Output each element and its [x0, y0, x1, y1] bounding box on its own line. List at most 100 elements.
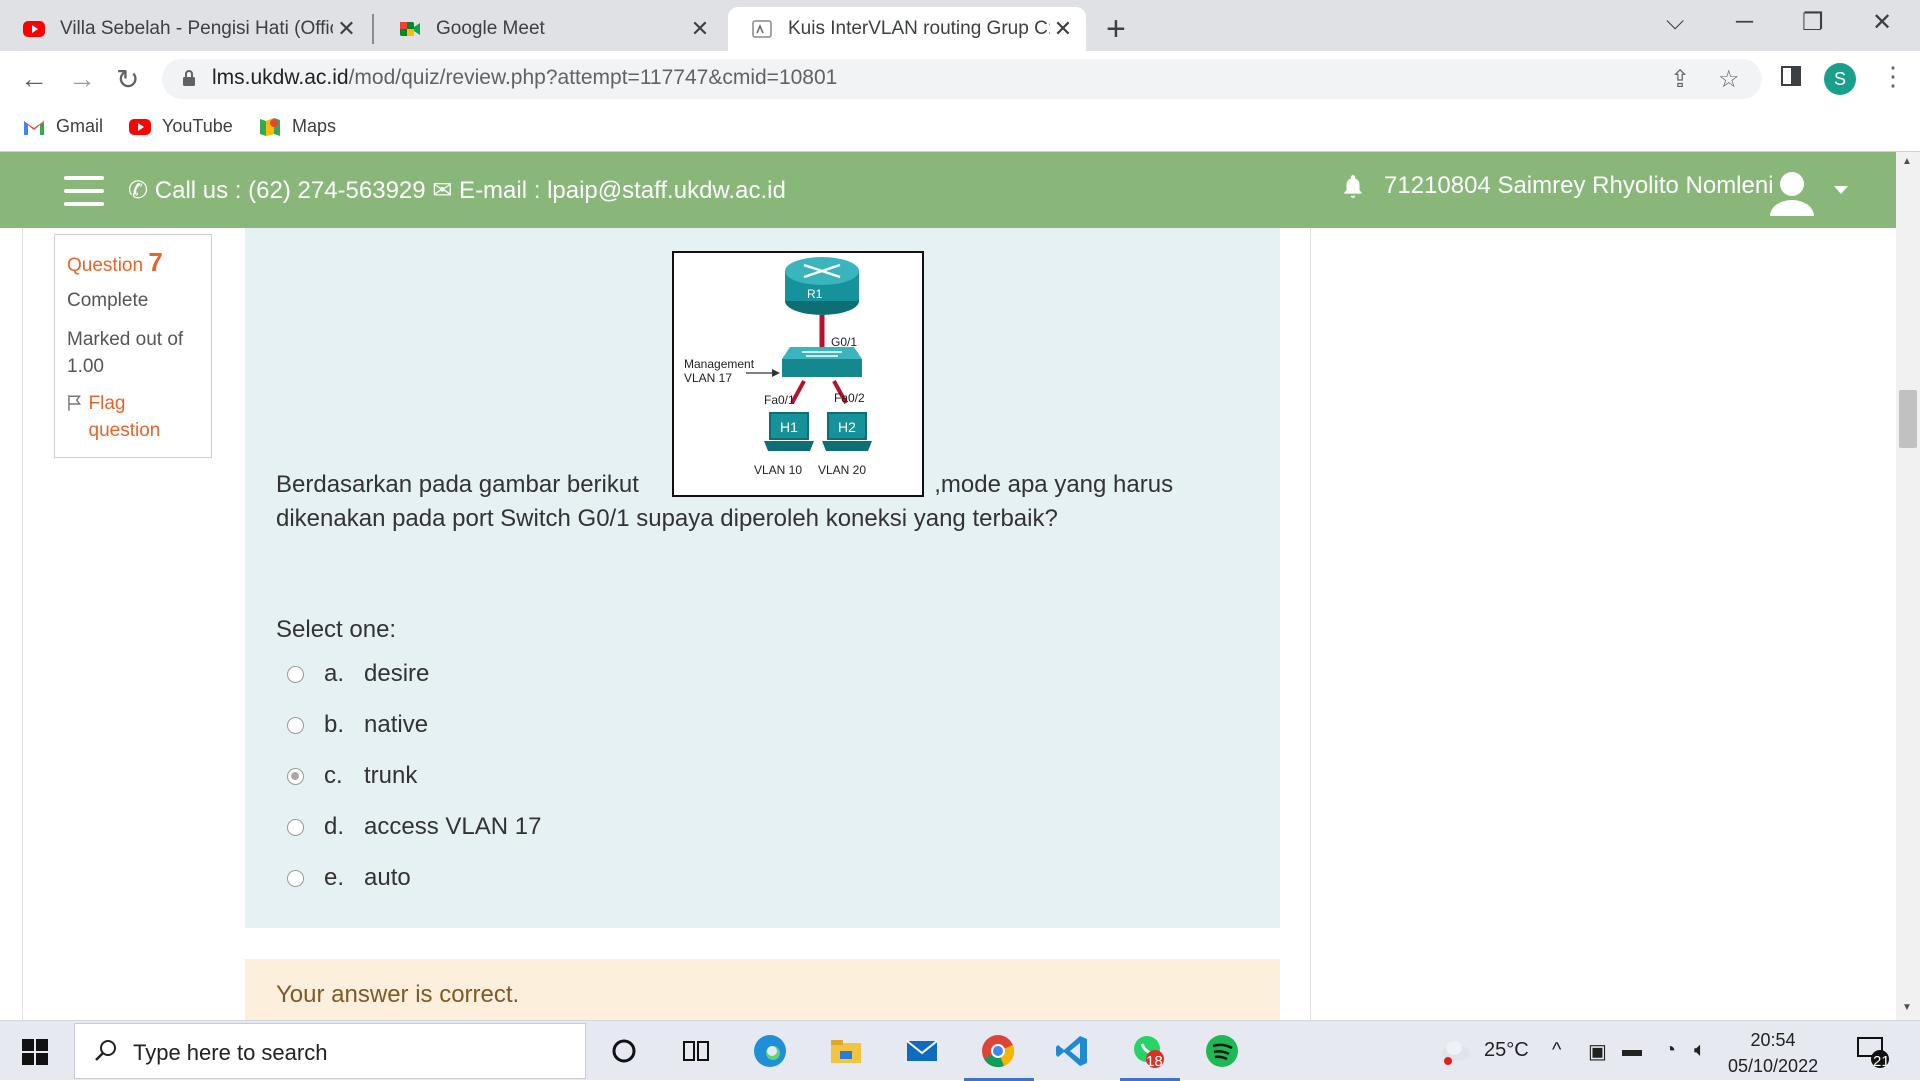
tab-title: Google Meet: [436, 18, 545, 39]
option-text[interactable]: trunk: [364, 762, 417, 790]
bookmark-youtube[interactable]: YouTube: [128, 116, 233, 137]
url-text[interactable]: lms.ukdw.ac.id/mod/quiz/review.php?attem…: [212, 66, 837, 90]
address-bar-row: ← → ↻ lms.ukdw.ac.id/mod/quiz/review.php…: [0, 51, 1920, 106]
share-icon[interactable]: ⇪: [1670, 65, 1690, 94]
user-avatar-icon[interactable]: [1766, 166, 1818, 218]
chrome-icon[interactable]: [980, 1033, 1016, 1069]
option-text[interactable]: access VLAN 17: [364, 813, 541, 841]
search-placeholder[interactable]: Type here to search: [133, 1040, 327, 1066]
scroll-down-icon[interactable]: ▼: [1902, 1002, 1912, 1013]
answer-option-c[interactable]: c. trunk: [287, 762, 417, 790]
scroll-up-icon[interactable]: ▲: [1902, 156, 1912, 167]
menu-hamburger-icon[interactable]: [64, 176, 104, 206]
question-box: Berdasarkan pada gambar berikut ,mode ap…: [245, 228, 1280, 928]
weather-cloud-icon[interactable]: [1438, 1033, 1474, 1069]
new-tab-button[interactable]: +: [1106, 10, 1126, 49]
port-fa02-label: Fa0/2: [834, 391, 865, 405]
reload-button[interactable]: ↻: [116, 63, 139, 96]
user-menu[interactable]: 71210804 Saimrey Rhyolito Nomleni: [1340, 172, 1774, 200]
option-letter: e.: [324, 864, 345, 891]
tab-search-chevron-icon[interactable]: ⌵: [1666, 8, 1684, 36]
bell-icon[interactable]: [1340, 173, 1366, 199]
user-name[interactable]: 71210804 Saimrey Rhyolito Nomleni: [1384, 172, 1774, 200]
close-tab-icon[interactable]: ✕: [686, 16, 714, 42]
cortana-icon[interactable]: [606, 1033, 642, 1069]
wifi-icon[interactable]: ◔: [1664, 1039, 1676, 1062]
radio-button[interactable]: [287, 716, 304, 734]
router-r1-icon: [785, 257, 859, 315]
option-text[interactable]: native: [364, 711, 428, 739]
tab-google-meet[interactable]: Google Meet ✕: [376, 7, 724, 51]
answer-option-d[interactable]: d. access VLAN 17: [287, 813, 541, 841]
answer-option-e[interactable]: e. auto: [287, 864, 411, 892]
flag-question-label[interactable]: Flag question: [89, 390, 200, 444]
question-number-value: 7: [148, 247, 163, 277]
task-view-icon[interactable]: [678, 1033, 714, 1069]
host2-label: H2: [838, 419, 856, 435]
omnibox[interactable]: lms.ukdw.ac.id/mod/quiz/review.php?attem…: [162, 59, 1762, 99]
switch-icon: [782, 347, 862, 377]
option-text[interactable]: desire: [364, 660, 429, 688]
minimize-button[interactable]: ─: [1736, 8, 1753, 36]
answer-option-b[interactable]: b. native: [287, 711, 428, 739]
maps-icon: [260, 117, 280, 136]
volume-icon[interactable]: 🔈︎: [1694, 1039, 1706, 1062]
vscode-icon[interactable]: [1054, 1033, 1090, 1069]
moodle-icon: [752, 20, 772, 38]
meet-now-icon[interactable]: ▣: [1588, 1039, 1607, 1064]
radio-button-selected[interactable]: [287, 767, 304, 785]
flag-question-link[interactable]: Flag question: [67, 390, 199, 444]
spotify-icon[interactable]: [1204, 1033, 1240, 1069]
browser-tab-bar: Villa Sebelah - Pengisi Hati (Offici ✕ G…: [0, 0, 1920, 51]
option-letter: b.: [324, 711, 345, 738]
url-host: lms.ukdw.ac.id: [212, 66, 349, 89]
youtube-icon: [23, 21, 45, 37]
close-window-button[interactable]: ✕: [1872, 8, 1892, 37]
bookmark-gmail[interactable]: Gmail: [22, 116, 103, 137]
close-tab-icon[interactable]: ✕: [333, 16, 360, 42]
system-clock[interactable]: 20:54 05/10/2022: [1728, 1027, 1818, 1079]
radio-button[interactable]: [287, 818, 304, 836]
question-number: Question 7: [67, 247, 199, 278]
edge-icon[interactable]: [752, 1033, 788, 1069]
bookmark-star-icon[interactable]: ☆: [1718, 65, 1740, 94]
browser-menu-icon[interactable]: ⋮: [1880, 61, 1906, 92]
battery-icon[interactable]: ▬: [1622, 1039, 1642, 1062]
scrollbar-thumb[interactable]: [1899, 390, 1917, 448]
phone-icon: ✆: [128, 177, 155, 204]
side-panel-icon[interactable]: [1780, 65, 1802, 87]
taskbar-search[interactable]: Type here to search: [74, 1023, 586, 1079]
tab-quiz-active[interactable]: Kuis InterVLAN routing Grup C: A ✕: [728, 7, 1086, 51]
tab-youtube[interactable]: Villa Sebelah - Pengisi Hati (Offici ✕: [0, 7, 370, 51]
question-label: Question: [67, 255, 144, 276]
option-text[interactable]: auto: [364, 864, 411, 892]
clock-date: 05/10/2022: [1728, 1056, 1819, 1076]
weather-temp[interactable]: 25°C: [1484, 1039, 1529, 1062]
user-menu-caret-icon[interactable]: [1834, 186, 1848, 194]
file-explorer-icon[interactable]: [828, 1033, 864, 1069]
page-scrollbar[interactable]: ▲ ▼: [1896, 152, 1920, 1020]
close-tab-icon[interactable]: ✕: [1050, 16, 1076, 42]
bookmark-maps[interactable]: Maps: [258, 116, 336, 137]
profile-avatar[interactable]: S: [1824, 63, 1856, 95]
bookmark-label: Gmail: [56, 116, 104, 136]
select-one-label: Select one:: [276, 616, 397, 643]
management-vlan-label: Management VLAN 17: [684, 357, 754, 385]
radio-button[interactable]: [287, 869, 304, 887]
feedback-text: Your answer is correct.: [276, 981, 520, 1008]
back-button[interactable]: ←: [20, 63, 48, 95]
tray-overflow-icon[interactable]: ^: [1552, 1039, 1561, 1062]
forward-button[interactable]: →: [68, 63, 96, 95]
radio-button[interactable]: [287, 665, 304, 683]
restore-button[interactable]: ❐: [1802, 8, 1824, 37]
mail-icon[interactable]: [904, 1033, 940, 1069]
flag-icon: [68, 395, 82, 411]
question-info-box: Question 7 Complete Marked out of 1.00 F…: [54, 234, 212, 458]
vlan10-label: VLAN 10: [754, 463, 803, 477]
windows-start-icon[interactable]: [22, 1039, 48, 1065]
answer-option-a[interactable]: a. desire: [287, 660, 429, 688]
bookmark-label: Maps: [292, 116, 337, 136]
question-text-before: Berdasarkan pada gambar berikut: [276, 471, 639, 498]
whatsapp-badge: 18: [1146, 1053, 1163, 1070]
option-letter: a.: [324, 660, 345, 687]
